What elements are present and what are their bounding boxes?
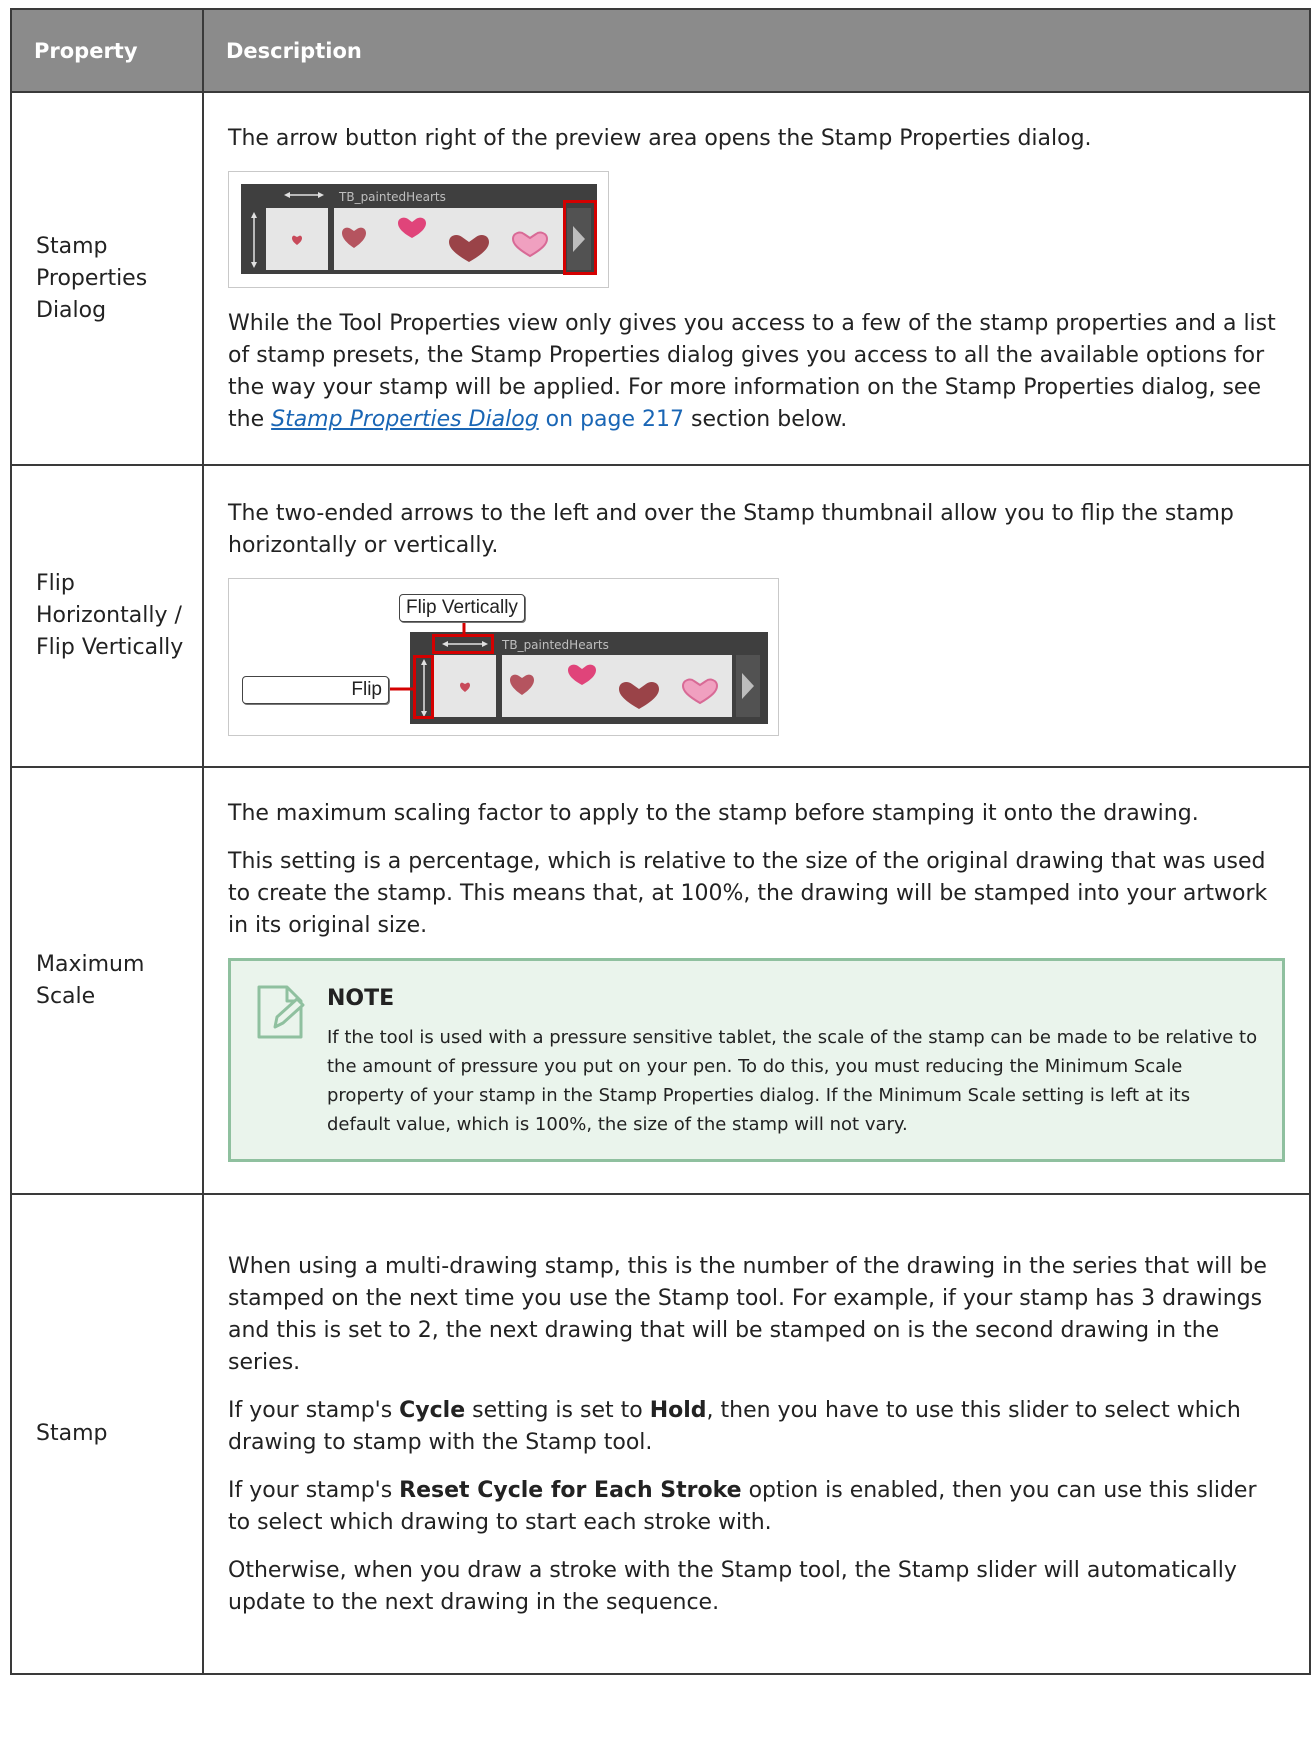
flip-horizontal-highlight xyxy=(432,634,494,654)
stamp-drawings-strip[interactable] xyxy=(334,208,564,270)
property-name: Stamp Properties Dialog xyxy=(10,91,204,466)
description-text: If your stamp's Cycle setting is set to … xyxy=(228,1395,1285,1459)
flip-callout: Flip xyxy=(242,676,389,704)
description-text: The two-ended arrows to the left and ove… xyxy=(228,501,1234,558)
description-text-part: section below. xyxy=(684,407,848,432)
text-part: If your stamp's xyxy=(228,1398,400,1423)
flip-vertical-highlight xyxy=(413,655,434,719)
description-text: This setting is a percentage, which is r… xyxy=(228,848,1268,938)
property-name: Stamp xyxy=(10,1193,204,1675)
flip-horizontal-arrow-icon xyxy=(284,192,324,198)
property-table: Property Description Stamp Properties Di… xyxy=(10,8,1311,1675)
text-part: If your stamp's xyxy=(228,1478,400,1503)
property-description: The maximum scaling factor to apply to t… xyxy=(202,766,1311,1195)
property-description: The two-ended arrows to the left and ove… xyxy=(202,464,1311,768)
property-description: When using a multi-drawing stamp, this i… xyxy=(202,1193,1311,1675)
description-column-header: Description xyxy=(202,8,1311,93)
flip-arrows-figure: TB_paintedHearts Flip Vertically Flip xyxy=(228,578,779,736)
description-text: If your stamp's Reset Cycle for Each Str… xyxy=(228,1475,1285,1539)
table-row: Maximum Scale The maximum scaling factor… xyxy=(10,766,1311,1195)
table-row: Stamp Properties Dialog The arrow button… xyxy=(10,91,1311,466)
description-text: When using a multi-drawing stamp, this i… xyxy=(228,1254,1267,1375)
link-page[interactable]: on page 217 xyxy=(539,407,684,432)
flip-vertical-arrow-icon xyxy=(251,212,257,268)
table-header-row: Property Description xyxy=(10,8,1311,93)
link-title[interactable]: Stamp Properties Dialog xyxy=(271,407,539,432)
property-name: Flip Horizontally / Flip Vertically xyxy=(10,464,204,768)
bold-term: Cycle xyxy=(399,1398,466,1423)
highlight-box xyxy=(563,200,597,275)
note-body: If the tool is used with a pressure sens… xyxy=(327,1026,1258,1135)
note-box: NOTE If the tool is used with a pressure… xyxy=(228,957,1285,1162)
description-text: The maximum scaling factor to apply to t… xyxy=(228,800,1199,826)
property-name: Maximum Scale xyxy=(10,766,204,1195)
description-text: While the Tool Properties view only give… xyxy=(228,308,1285,436)
table-row: Stamp When using a multi-drawing stamp, … xyxy=(10,1193,1311,1675)
stamp-name-label: TB_paintedHearts xyxy=(339,190,446,204)
bold-term: Reset Cycle for Each Stroke xyxy=(399,1478,742,1503)
flip-vertically-callout: Flip Vertically xyxy=(399,594,525,622)
description-text: Otherwise, when you draw a stroke with t… xyxy=(228,1558,1237,1615)
text-part: setting is set to xyxy=(465,1398,650,1423)
property-description: The arrow button right of the preview ar… xyxy=(202,91,1311,466)
document-page: Property Description Stamp Properties Di… xyxy=(0,0,1311,1762)
note-icon xyxy=(257,985,305,1038)
stamp-preview-figure: TB_paintedHearts xyxy=(228,171,609,288)
bold-term: Hold xyxy=(649,1398,707,1423)
cross-reference-link[interactable]: Stamp Properties Dialog on page 217 xyxy=(271,407,684,432)
description-text: The arrow button right of the preview ar… xyxy=(228,126,1092,151)
stamp-thumbnail[interactable] xyxy=(266,208,328,270)
table-row: Flip Horizontally / Flip Vertically The … xyxy=(10,464,1311,768)
property-column-header: Property xyxy=(10,8,204,93)
note-title: NOTE xyxy=(327,985,395,1011)
